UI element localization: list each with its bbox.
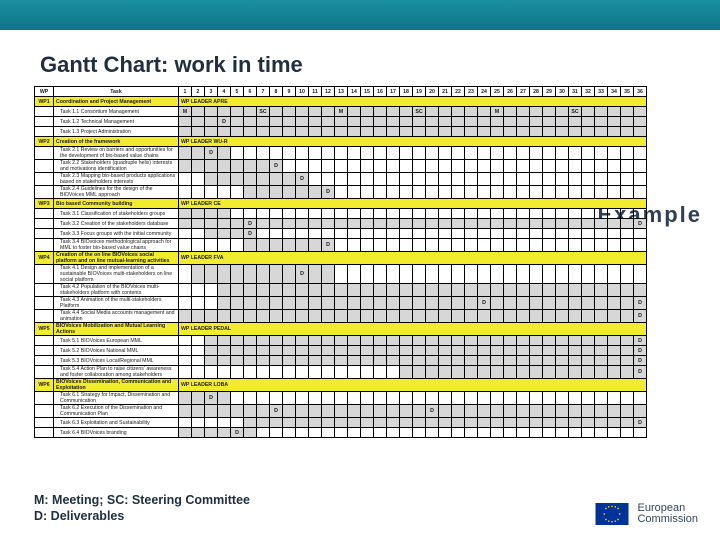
gantt-row: Task 6.4 BIOVoices brandingD <box>35 428 647 438</box>
legend-line-2: D: Deliverables <box>34 508 250 524</box>
gantt-row: Task 1.3 Project Administration <box>35 127 647 137</box>
eu-flag-icon <box>595 503 629 525</box>
gantt-row: Task 4.1 Design and implementation of a … <box>35 265 647 284</box>
top-bar <box>0 0 720 30</box>
gantt-row: Task 1.1 Consortium ManagementMSCMSCMSC <box>35 107 647 117</box>
gantt-row: Task 1.2 Technical ManagementD <box>35 117 647 127</box>
ec-logo: European Commission <box>595 503 698 526</box>
gantt-row: WP6BIOVoices Dissemination, Communicatio… <box>35 379 647 392</box>
gantt-row: WP5BIOVoices Mobilization and Mutual Lea… <box>35 323 647 336</box>
gantt-row: Task 2.1 Review on barriers and opportun… <box>35 147 647 160</box>
gantt-row: Task 6.1 Strategy for Impact, Disseminat… <box>35 392 647 405</box>
gantt-row: Task 2.2 Stakeholders (quadruple helix) … <box>35 160 647 173</box>
gantt-row: Task 3.3 Focus groups with the initial c… <box>35 229 647 239</box>
gantt-row: Task 3.4 BIOvoices methodological approa… <box>35 239 647 252</box>
gantt-row: Task 4.3 Animation of the multi-stakehol… <box>35 297 647 310</box>
gantt-row: Task 4.4 Social Media accounts managemen… <box>35 310 647 323</box>
page-title: Gantt Chart: work in time <box>40 52 303 78</box>
legend-line-1: M: Meeting; SC: Steering Committee <box>34 492 250 508</box>
gantt-row: Task 3.1 Classification of stakeholders … <box>35 209 647 219</box>
gantt-row: WP1Coordination and Project ManagementWP… <box>35 97 647 107</box>
gantt-row: Task 5.4 Action Plan to raise citizens' … <box>35 366 647 379</box>
gantt-row: Task 6.2 Execution of the Dissemination … <box>35 405 647 418</box>
gantt-row: Task 5.1 BIOVoices European MMLD <box>35 336 647 346</box>
gantt-row: Task 3.2 Creation of the stakeholders da… <box>35 219 647 229</box>
gantt-row: WP2Creation of the frameworkWP LEADER WU… <box>35 137 647 147</box>
gantt-row: Task 6.3 Exploitation and Sustainability… <box>35 418 647 428</box>
gantt-row: Task 5.2 BIOVoices National MMLD <box>35 346 647 356</box>
gantt-row: WP4Creation of the on line BIOVoices soc… <box>35 252 647 265</box>
gantt-row: Task 2.3 Mapping bio-based products appl… <box>35 173 647 186</box>
legend: M: Meeting; SC: Steering Committee D: De… <box>34 492 250 525</box>
gantt-row: WP3Bio based Community buildingWP LEADER… <box>35 199 647 209</box>
gantt-row: Task 2.4 Guidelines for the design of th… <box>35 186 647 199</box>
gantt-row: Task 5.3 BIOVoices Local/Regional MMLD <box>35 356 647 366</box>
gantt-row: Task 4.2 Population of the BIOVoices mul… <box>35 284 647 297</box>
logo-line-2: Commission <box>637 514 698 526</box>
